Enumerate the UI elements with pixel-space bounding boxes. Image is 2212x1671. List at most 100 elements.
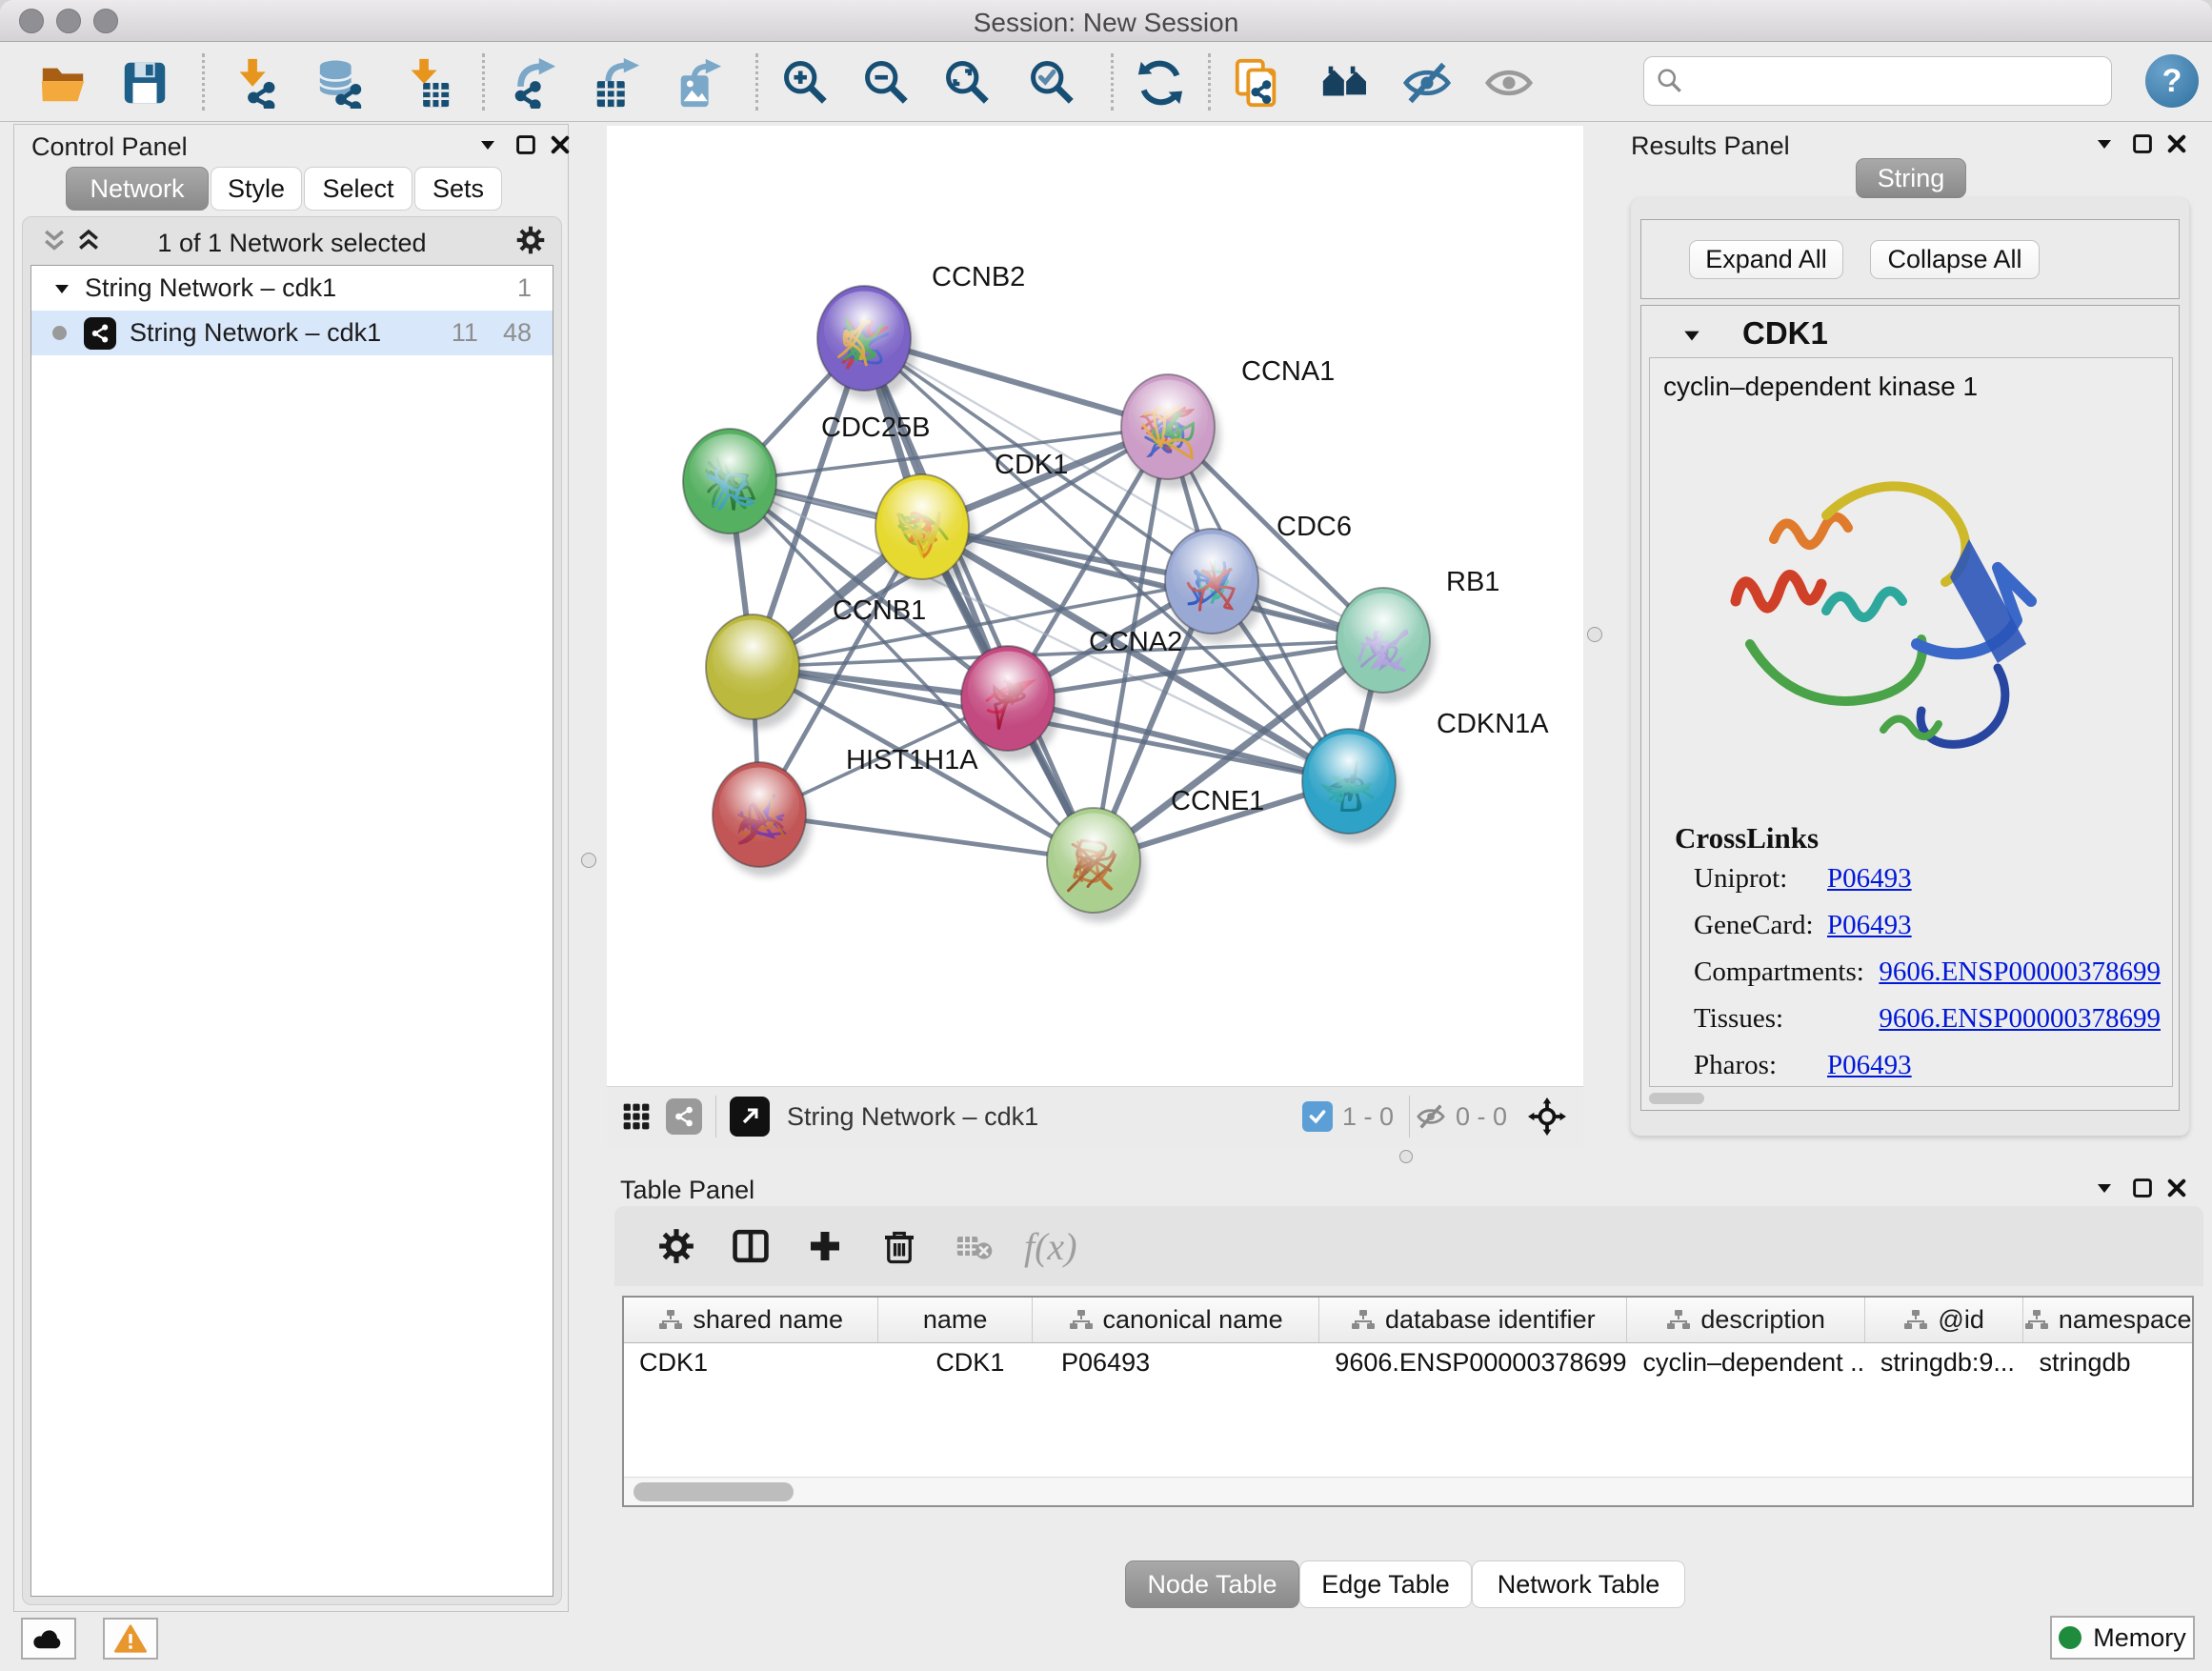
cytoscape-window: Session: New Session	[0, 0, 2212, 1671]
tab-network[interactable]: Network	[66, 167, 209, 211]
gene-collapse-icon[interactable]	[1676, 319, 1708, 352]
column-header[interactable]: name	[878, 1298, 1033, 1342]
table-toolbar: f(x)	[614, 1206, 2203, 1286]
node-table: shared name name canonical name database…	[622, 1296, 2194, 1507]
panel-float-icon[interactable]	[2126, 1172, 2159, 1204]
zoom-out-icon[interactable]	[860, 56, 914, 110]
network-node-CCNA1[interactable]: CCNA1	[1121, 356, 1335, 489]
network-canvas[interactable]: CCNB2CCNA1CDC25BCDK1CDC6RB1CCNB1CCNA2CDK…	[607, 126, 1583, 1086]
toolbar-separator	[482, 53, 485, 111]
column-header[interactable]: namespace	[2023, 1298, 2192, 1342]
search-input[interactable]	[1694, 67, 2100, 96]
table-options-gear-icon[interactable]	[653, 1222, 700, 1270]
add-column-icon[interactable]	[801, 1222, 849, 1270]
network-node-label: CCNA1	[1241, 356, 1335, 387]
column-header[interactable]: @id	[1865, 1298, 2024, 1342]
zoom-fit-icon[interactable]	[941, 56, 995, 110]
panel-close-icon[interactable]	[2161, 128, 2193, 160]
toolbar-separator	[1208, 53, 1211, 111]
edge-count: 48	[503, 318, 532, 348]
cell-description: cyclin–dependent ...	[1627, 1343, 1864, 1385]
string-results-container: Expand All Collapse All CDK1 cyclin–depe…	[1631, 198, 2189, 1136]
panel-collapse-icon[interactable]	[2088, 128, 2121, 160]
crosslink-link[interactable]: 9606.ENSP00000378699	[1879, 956, 2161, 988]
view-grid-icon[interactable]	[620, 1100, 653, 1133]
panel-collapse-icon[interactable]	[2088, 1172, 2121, 1204]
window-title: Session: New Session	[0, 8, 2212, 38]
left-splitter-handle[interactable]	[581, 853, 596, 868]
show-all-icon[interactable]	[1482, 56, 1536, 110]
network-view-type-icon[interactable]	[666, 1098, 702, 1135]
cell-id: stringdb:9...	[1865, 1343, 2024, 1385]
network-node-CCNE1[interactable]: CCNE1	[1047, 786, 1264, 922]
column-header[interactable]: description	[1627, 1298, 1864, 1342]
selected-checkbox-icon[interactable]	[1302, 1101, 1333, 1132]
export-image-icon[interactable]	[673, 56, 726, 110]
tab-style[interactable]: Style	[211, 167, 302, 211]
export-table-icon[interactable]	[591, 56, 644, 110]
cell-database-identifier: 9606.ENSP00000378699	[1319, 1343, 1627, 1385]
hidden-eye-icon	[1416, 1101, 1446, 1132]
crosslink-link[interactable]: P06493	[1827, 910, 1912, 941]
column-header[interactable]: shared name	[624, 1298, 878, 1342]
save-session-icon[interactable]	[118, 56, 171, 110]
cloud-status-button[interactable]	[21, 1618, 76, 1660]
current-network-name: String Network – cdk1	[787, 1102, 1038, 1132]
collection-count: 1	[517, 273, 532, 303]
new-network-from-selection-icon[interactable]	[1231, 56, 1284, 110]
network-options-gear-icon[interactable]	[514, 224, 547, 256]
tab-network-table[interactable]: Network Table	[1472, 1560, 1685, 1608]
export-network-icon[interactable]	[507, 56, 560, 110]
panel-collapse-icon[interactable]	[472, 129, 504, 161]
detach-view-icon[interactable]	[730, 1097, 770, 1137]
column-header[interactable]: canonical name	[1033, 1298, 1319, 1342]
network-node-RB1[interactable]: RB1	[1337, 567, 1499, 702]
panel-float-icon[interactable]	[510, 129, 542, 161]
memory-button[interactable]: Memory	[2050, 1616, 2195, 1660]
crosslink-link[interactable]: 9606.ENSP00000378699	[1879, 1003, 2161, 1035]
tab-edge-table[interactable]: Edge Table	[1299, 1560, 1472, 1608]
column-header[interactable]: database identifier	[1319, 1298, 1627, 1342]
network-node-label: CDK1	[995, 450, 1068, 480]
protein-structure-image	[1683, 425, 2083, 796]
network-node-label: HIST1H1A	[846, 745, 978, 775]
crosslink-link[interactable]: P06493	[1827, 1050, 1912, 1081]
panel-close-icon[interactable]	[544, 129, 576, 161]
birds-eye-crosshair-icon[interactable]	[1526, 1096, 1568, 1137]
network-node-HIST1H1A[interactable]: HIST1H1A	[713, 745, 978, 876]
zoom-in-icon[interactable]	[779, 56, 833, 110]
network-collection-row[interactable]: String Network – cdk1 1	[31, 266, 553, 311]
hide-selection-icon[interactable]	[1400, 56, 1454, 110]
apply-layout-refresh-icon[interactable]	[1134, 56, 1187, 110]
tab-string[interactable]: String	[1856, 158, 1966, 198]
table-header-row: shared name name canonical name database…	[624, 1298, 2192, 1343]
table-panel-title: Table Panel	[620, 1176, 754, 1205]
table-row[interactable]: CDK1 CDK1 P06493 9606.ENSP00000378699 cy…	[624, 1343, 2192, 1385]
results-hscrollbar[interactable]	[1649, 1091, 2173, 1106]
divider	[1409, 1096, 1410, 1137]
zoom-selected-icon[interactable]	[1026, 56, 1079, 110]
tab-node-table[interactable]: Node Table	[1125, 1560, 1299, 1608]
import-table-from-file-icon[interactable]	[400, 56, 453, 110]
network-node-CDKN1A[interactable]: CDKN1A	[1302, 709, 1549, 843]
panel-close-icon[interactable]	[2161, 1172, 2193, 1204]
table-hscrollbar[interactable]	[624, 1477, 2192, 1505]
title-bar: Session: New Session	[0, 0, 2212, 42]
tab-sets[interactable]: Sets	[414, 167, 502, 211]
open-session-icon[interactable]	[36, 56, 90, 110]
first-neighbors-icon[interactable]	[1318, 56, 1372, 110]
delete-column-trash-icon[interactable]	[875, 1222, 923, 1270]
import-network-from-file-icon[interactable]	[229, 56, 282, 110]
right-splitter-handle[interactable]	[1587, 627, 1602, 642]
help-button[interactable]: ?	[2145, 54, 2199, 108]
import-network-from-database-icon[interactable]	[314, 56, 368, 110]
crosslink-link[interactable]: P06493	[1827, 863, 1912, 895]
gene-description: cyclin–dependent kinase 1	[1663, 372, 1978, 402]
network-row[interactable]: String Network – cdk1 11 48	[31, 311, 553, 355]
warnings-status-button[interactable]	[103, 1618, 158, 1660]
panel-float-icon[interactable]	[2126, 128, 2159, 160]
expand-all-button[interactable]: Expand All	[1689, 240, 1843, 279]
show-columns-icon[interactable]	[727, 1222, 774, 1270]
collapse-all-button[interactable]: Collapse All	[1870, 240, 2040, 279]
tab-select[interactable]: Select	[304, 167, 412, 211]
